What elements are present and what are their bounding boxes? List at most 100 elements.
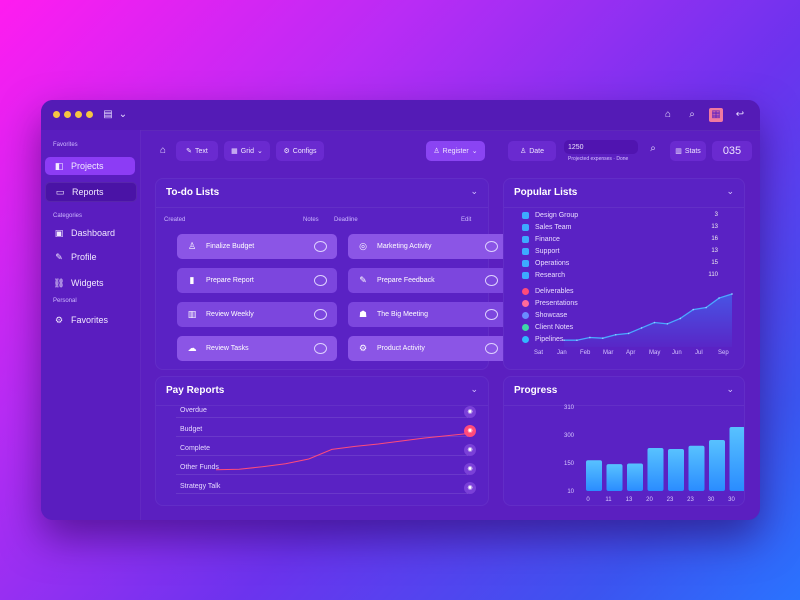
bar-chart-icon: ▥ (187, 309, 197, 319)
chevron-down-icon[interactable]: ⌄ (470, 186, 478, 197)
window-dot[interactable] (64, 111, 71, 118)
x-tick-label: Feb (580, 350, 591, 356)
todo-card-label: Review Tasks (206, 345, 249, 352)
popular-row[interactable]: Showcase (522, 312, 567, 319)
user-button[interactable]: ♙ Register ⌄ (426, 141, 485, 161)
counter-display: 035 (712, 141, 752, 161)
settings-icon: ⚙ (283, 148, 290, 155)
sidebar-item-widgets[interactable]: ⛓ Widgets (45, 274, 135, 292)
data-point (589, 336, 591, 339)
x-tick-label: Jul (695, 350, 703, 356)
line-chart (215, 432, 472, 471)
popular-row-label: Presentations (535, 300, 578, 307)
sidebar-item-dashboard[interactable]: ▣ Dashboard (45, 224, 135, 242)
data-point (627, 332, 630, 335)
popular-row[interactable]: Deliverables (522, 288, 574, 295)
window-dot[interactable] (86, 111, 93, 118)
date-button[interactable]: ♙ Date (508, 141, 556, 161)
configs-button[interactable]: ⚙ Configs (276, 141, 324, 161)
team-icon: ☗ (358, 309, 368, 319)
lock-icon[interactable]: ⌂ (661, 108, 675, 122)
area-fill (564, 293, 732, 347)
todo-card-label: Marketing Activity (377, 243, 432, 250)
gear-icon: ⚙ (358, 343, 368, 353)
bar-chart-icon: ▥ (675, 148, 682, 155)
window-dot[interactable] (53, 111, 60, 118)
window-controls[interactable] (53, 111, 93, 118)
todo-card[interactable]: ☗ The Big Meeting (348, 302, 508, 327)
grid-button[interactable]: ▦ Grid ⌄ (224, 141, 270, 161)
popular-row[interactable]: Client Notes (522, 324, 573, 331)
bar (586, 460, 602, 491)
sidebar-heading: Personal (53, 298, 77, 304)
todo-card[interactable]: ⚙ Product Activity (348, 336, 508, 361)
column-header: Created (164, 217, 186, 223)
bar (709, 439, 725, 491)
chevron-down-icon: ⌄ (256, 148, 263, 155)
todo-card[interactable]: ♙ Finalize Budget (177, 234, 337, 259)
button-label: Register (442, 147, 469, 155)
column-header: Notes (303, 217, 319, 223)
data-point (666, 323, 669, 325)
popular-row-label: Client Notes (535, 324, 574, 331)
x-tick-label: 13 (626, 497, 633, 503)
sidebar-item-profile[interactable]: ✎ Profile (45, 248, 135, 266)
chevron-down-icon: ⌄ (471, 148, 478, 155)
text-button[interactable]: ✎ Text (176, 141, 218, 161)
todo-card[interactable]: ✎ Prepare Feedback (348, 268, 508, 293)
sidebar-heading: Categories (53, 213, 83, 219)
link-icon[interactable] (314, 309, 327, 320)
chevron-down-icon[interactable]: ⌄ (116, 108, 130, 122)
report-icon: ▭ (55, 186, 65, 197)
x-tick-label: 11 (605, 497, 612, 503)
panel-title: To-do Lists (166, 187, 220, 198)
document-icon[interactable]: ▤ (101, 108, 115, 122)
todo-card[interactable]: ▮ Prepare Report (177, 268, 337, 293)
link-icon[interactable] (314, 241, 327, 252)
todo-card-label: Prepare Feedback (377, 277, 435, 284)
progress-panel: Progress ⌄ 1015030031001113202323303030 (503, 376, 745, 506)
button-label: Stats (684, 147, 701, 155)
star-icon: ⚙ (54, 314, 64, 325)
sidebar-item-reports[interactable]: ▭ Reports (45, 182, 137, 202)
link-icon[interactable] (485, 241, 498, 252)
data-point (563, 339, 565, 341)
sidebar-item-projects[interactable]: ◧ Projects (45, 157, 135, 175)
stats-button[interactable]: ▥ Stats (670, 141, 706, 161)
link-icon[interactable] (314, 343, 327, 354)
x-tick-label: May (649, 350, 661, 356)
link-icon[interactable] (485, 309, 498, 320)
todo-card[interactable]: ☁ Review Tasks (177, 336, 337, 361)
home-icon[interactable]: ⌂ (156, 144, 170, 158)
user-icon: ♙ (187, 241, 197, 251)
data-point (731, 293, 733, 295)
popular-panel: Popular Lists ⌄ Design Group 3 Sales Team 1… (503, 178, 745, 370)
status-dot-icon (522, 300, 529, 307)
search-caption: Projected expenses · Done (568, 156, 629, 162)
window-dot[interactable] (75, 111, 82, 118)
dashboard-icon: ▣ (54, 227, 64, 238)
todo-card-label: Finalize Budget (206, 243, 255, 250)
refresh-icon[interactable]: ↩ (733, 108, 747, 122)
link-icon[interactable] (485, 343, 498, 354)
sidebar-item-favorites[interactable]: ⚙ Favorites (45, 311, 135, 329)
bar (606, 464, 623, 491)
link-icon[interactable] (485, 275, 498, 286)
magnifier-icon[interactable]: ⌕ (646, 142, 660, 156)
calendar-icon[interactable]: ▦ (709, 108, 723, 122)
bar (729, 427, 744, 491)
bar (668, 449, 684, 491)
sidebar: Favorites ◧ Projects ▭ Reports Categorie… (41, 130, 141, 520)
popular-row[interactable]: Pipelines (522, 336, 563, 343)
todo-card[interactable]: ◎ Marketing Activity (348, 234, 508, 259)
search-field[interactable]: 1250 (564, 140, 638, 154)
todo-card[interactable]: ▥ Review Weekly (177, 302, 337, 327)
search-icon[interactable]: ⌕ (685, 108, 699, 122)
data-point (640, 327, 643, 329)
app-window: ▤ ⌄ ⌂ ⌕ ▦ ↩ Favorites ◧ Projects ▭ Repor… (41, 100, 760, 520)
counter-value: 035 (722, 145, 742, 157)
button-label: Text (195, 147, 208, 155)
popular-row[interactable]: Presentations (522, 300, 578, 307)
link-icon[interactable] (314, 275, 327, 286)
x-tick-label: 20 (646, 497, 653, 503)
